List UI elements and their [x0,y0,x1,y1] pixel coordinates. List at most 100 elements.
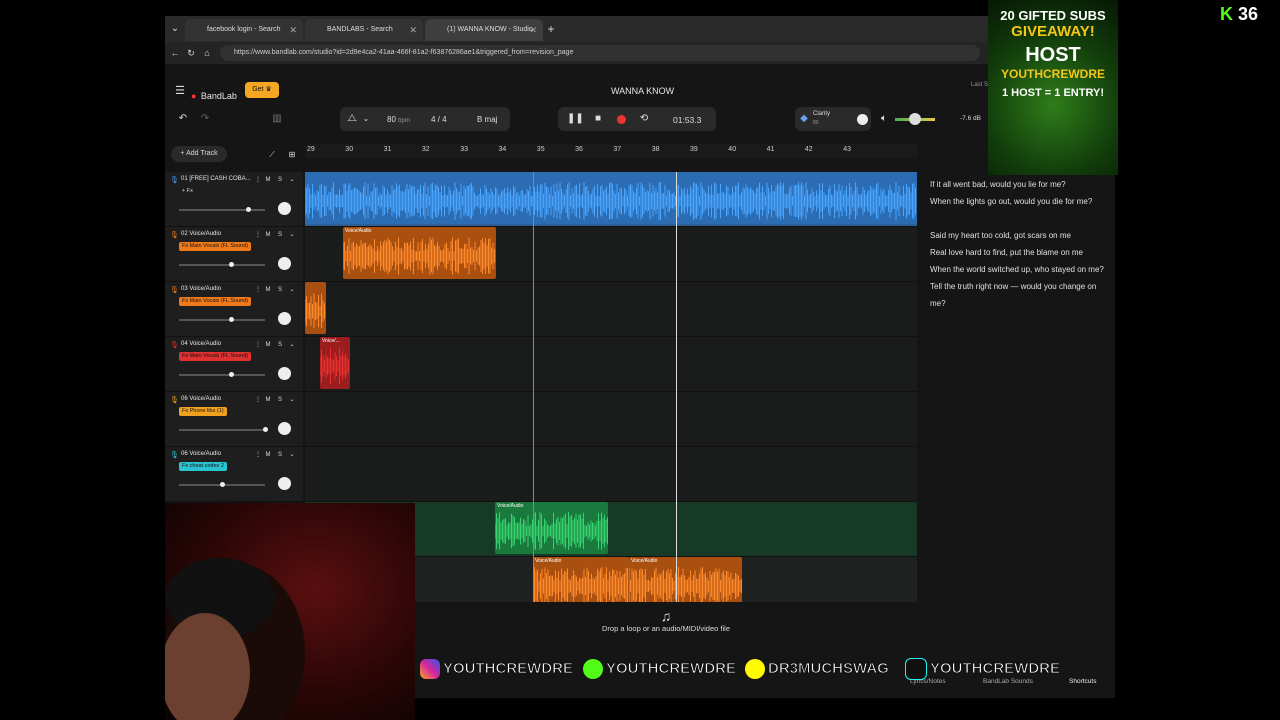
audio-clip[interactable]: Voice/Audio [343,227,496,279]
mute-button[interactable]: M [263,175,273,185]
track-volume-slider[interactable] [179,317,265,322]
loop-marker[interactable] [533,172,534,602]
metronome-icon[interactable]: ⧍ [345,110,359,128]
volume-knob[interactable] [220,482,225,487]
track-lane[interactable]: Voice/Audio [305,227,917,282]
home-icon[interactable]: ⌂ [201,44,213,62]
track-lane[interactable] [305,392,917,447]
tab-list-icon[interactable]: ⌄ [168,20,182,38]
timeline-ruler[interactable]: 29 30 31 32 33 34 35 36 37 38 39 40 41 42 43 [305,144,917,158]
drop-zone[interactable]: ♫ Drop a loop or an audio/MIDI/video fil… [415,608,917,658]
track-menu-icon[interactable]: ⋮ [253,340,263,350]
tab-shortcuts[interactable]: Shortcuts [1069,678,1096,685]
solo-button[interactable]: S [275,450,285,460]
close-tab-icon[interactable]: ✕ [289,19,297,41]
volume-knob[interactable] [245,207,251,212]
chevron-down-icon[interactable]: ⌄ [287,450,297,460]
track-menu-icon[interactable]: ⋮ [253,230,263,240]
solo-button[interactable]: S [275,395,285,405]
track-menu-icon[interactable]: ⋮ [253,395,263,405]
audio-clip[interactable] [305,282,326,334]
volume-knob[interactable] [228,262,234,267]
pan-knob[interactable] [278,257,291,270]
url-field[interactable]: https://www.bandlab.com/studio?id=2d9e4c… [220,45,980,61]
tab-wanna-know-studio[interactable]: (1) WANNA KNOW - Studio ✕ [425,19,543,41]
key-selector[interactable]: B maj [477,115,497,124]
fx-chip[interactable]: Fx cheat codes 2 [179,462,227,471]
fx-chip[interactable]: Fx Main Vocals (FL Sound) [179,297,252,306]
audio-clip[interactable]: Voice/Audio [533,557,629,602]
pan-knob[interactable] [278,367,291,380]
new-tab-icon[interactable]: + [543,20,559,38]
track-row[interactable]: 🎙︎ 04 Voice/Audio ⋮ M S ⌄ Fx Main Vocals… [165,337,303,392]
fx-chip[interactable]: Fx Main Vocals (FL Sound) [179,242,252,251]
solo-button[interactable]: S [275,285,285,295]
audio-clip[interactable]: Voice/Audio [629,557,742,602]
clarity-icon[interactable]: ◆ [798,110,810,128]
mute-button[interactable]: M [263,450,273,460]
track-row[interactable]: 🎙︎ 02 Voice/Audio ⋮ M S ⌄ Fx Main Vocals… [165,227,303,282]
track-row[interactable]: 🎙︎ 01 [FREE] CASH COBA... ⋮ M S ⌄ + Fx [165,172,303,227]
volume-knob[interactable] [263,427,268,432]
mute-button[interactable]: M [263,340,273,350]
pan-knob[interactable] [278,202,291,215]
chevron-down-icon[interactable]: ⌄ [287,285,297,295]
track-lane[interactable] [305,282,917,337]
track-volume-slider[interactable] [179,427,268,432]
record-button[interactable] [617,115,626,124]
audio-clip[interactable]: Voice/Audio [495,502,608,554]
chevron-down-icon[interactable]: ⌄ [361,110,371,128]
master-volume-knob[interactable] [909,113,921,125]
solo-button[interactable]: S [275,175,285,185]
chevron-down-icon[interactable]: ⌄ [287,175,297,185]
automation-icon[interactable]: ⟋ [265,146,279,164]
track-row[interactable]: 🎙︎ 03 Voice/Audio ⋮ M S ⌄ Fx Main Vocals… [165,282,303,337]
playhead[interactable] [676,172,677,602]
clarity-toggle[interactable] [857,114,868,125]
loop-icon[interactable]: ⟲ [637,110,651,128]
chevron-down-icon[interactable]: ⌄ [287,395,297,405]
pan-knob[interactable] [278,312,291,325]
track-volume-slider[interactable] [179,207,265,212]
tab-bandlabs-search[interactable]: BANDLABS - Search ✕ [305,19,423,41]
pause-icon[interactable]: ❚❚ [567,110,584,128]
solo-button[interactable]: S [275,230,285,240]
track-lane[interactable]: Voice/... [305,337,917,392]
menu-icon[interactable]: ☰ [173,82,187,100]
speaker-icon[interactable]: 🔈︎ [877,110,891,128]
piano-icon[interactable]: ▥ [269,110,285,128]
track-row[interactable]: 🎙︎ 06 Voice/Audio ⋮ M S ⌄ Fx cheat codes… [165,447,303,502]
pan-knob[interactable] [278,477,291,490]
mute-button[interactable]: M [263,285,273,295]
audio-clip[interactable]: Voice/... [320,337,350,389]
mute-button[interactable]: M [263,230,273,240]
mute-button[interactable]: M [263,395,273,405]
time-signature[interactable]: 4 / 4 [431,115,447,124]
volume-knob[interactable] [228,372,234,377]
pan-knob[interactable] [278,422,291,435]
track-menu-icon[interactable]: ⋮ [253,175,263,185]
reload-icon[interactable]: ↻ [185,44,197,62]
back-icon[interactable]: ← [169,44,181,62]
fx-chip[interactable]: + Fx [179,187,196,196]
track-volume-slider[interactable] [179,372,265,377]
add-track-button[interactable]: + Add Track [171,146,227,162]
solo-button[interactable]: S [275,340,285,350]
grid-icon[interactable]: ⊞ [285,146,299,164]
track-lane[interactable] [305,172,917,227]
track-menu-icon[interactable]: ⋮ [253,450,263,460]
chevron-down-icon[interactable]: ⌄ [287,340,297,350]
close-tab-icon[interactable]: ✕ [529,19,537,41]
track-lane[interactable] [305,447,917,502]
undo-icon[interactable]: ↶ [175,110,191,128]
track-menu-icon[interactable]: ⋮ [253,285,263,295]
get-button[interactable]: Get ♛ [245,82,279,98]
fx-chip[interactable]: Fx Main Vocals (FL Sound) [179,352,252,361]
lyrics-panel[interactable]: If it all went bad, would you lie for me… [930,176,1110,676]
chevron-down-icon[interactable]: ⌄ [287,230,297,240]
bpm-field[interactable]: 80 bpm [387,115,410,124]
stop-icon[interactable]: ■ [591,110,605,128]
track-volume-slider[interactable] [179,262,265,267]
audio-clip[interactable] [305,172,917,224]
redo-icon[interactable]: ↷ [197,110,213,128]
